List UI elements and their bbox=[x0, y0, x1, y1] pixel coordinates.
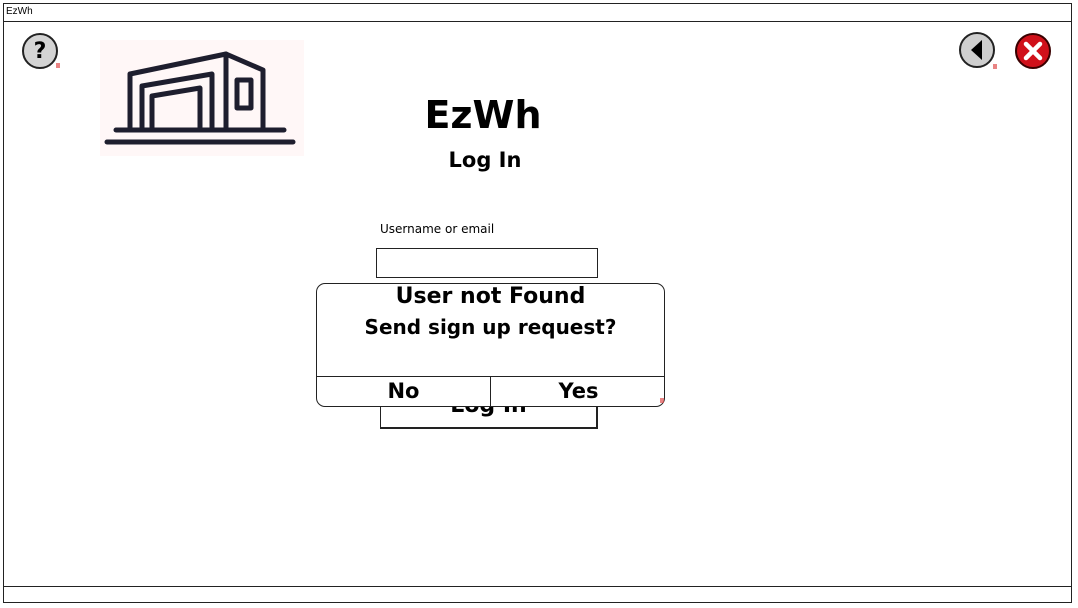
help-button[interactable]: ? bbox=[22, 33, 58, 69]
dialog-message-title: User not Found bbox=[395, 284, 586, 309]
back-arrow-icon bbox=[971, 40, 982, 60]
dialog-no-button[interactable]: No bbox=[317, 377, 491, 406]
corner-marker bbox=[56, 63, 60, 68]
warehouse-logo-icon bbox=[104, 51, 296, 145]
dialog-yes-button[interactable]: Yes bbox=[491, 377, 664, 406]
user-not-found-dialog: User not Found Send sign up request? No … bbox=[316, 283, 665, 407]
username-input[interactable] bbox=[376, 248, 598, 278]
corner-marker bbox=[993, 64, 997, 69]
close-icon bbox=[1023, 41, 1043, 61]
warehouse-logo bbox=[100, 40, 304, 156]
back-button[interactable] bbox=[959, 32, 995, 68]
username-label: Username or email bbox=[380, 222, 495, 236]
dialog-message-question: Send sign up request? bbox=[364, 315, 617, 339]
close-button[interactable] bbox=[1015, 33, 1051, 69]
help-icon: ? bbox=[33, 38, 47, 64]
corner-marker bbox=[660, 398, 664, 403]
window-title: EzWh bbox=[4, 4, 1071, 22]
app-title: EzWh bbox=[424, 93, 542, 137]
status-bar bbox=[4, 586, 1071, 587]
page-title: Log In bbox=[448, 148, 522, 172]
